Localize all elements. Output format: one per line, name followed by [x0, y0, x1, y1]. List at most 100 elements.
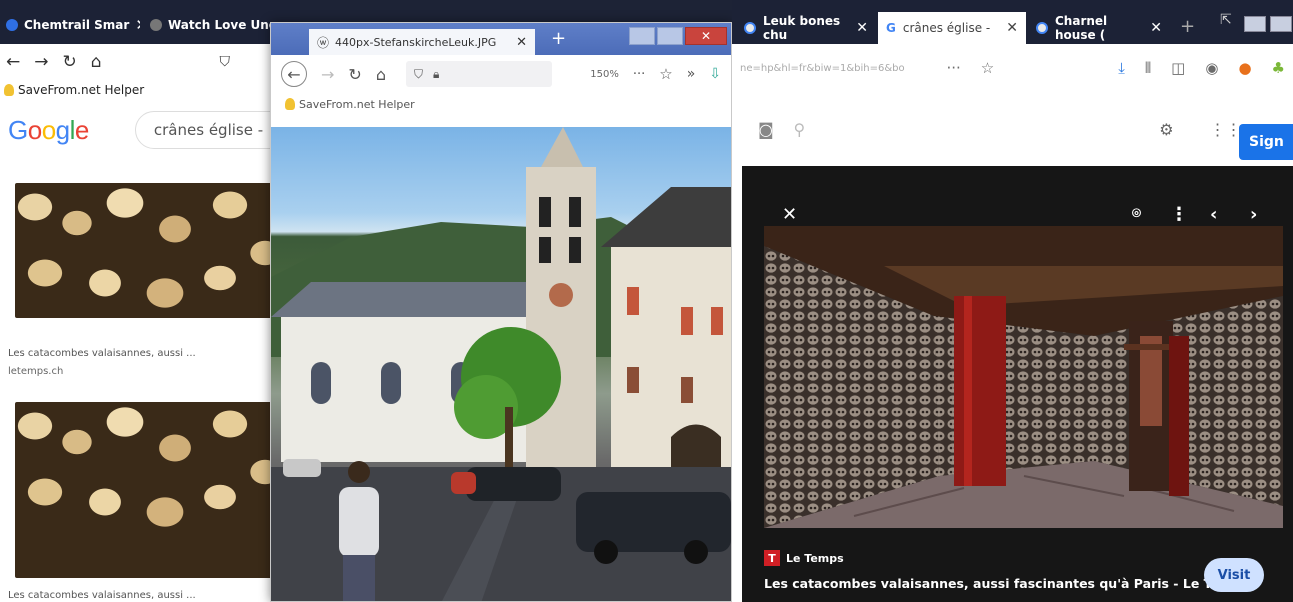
home-icon[interactable]: ⌂	[376, 65, 386, 84]
tab-label: Charnel house (	[1055, 14, 1108, 42]
extension-icon[interactable]: ●	[1238, 59, 1251, 77]
tab-label: Leuk bones chu	[763, 14, 841, 42]
tab-close-icon[interactable]: ✕	[1006, 20, 1018, 36]
result-image-skulls[interactable]	[15, 402, 285, 578]
search-icon[interactable]: ⚲	[794, 120, 806, 139]
result-title[interactable]: Les catacombes valaisannes, aussi ...	[8, 348, 196, 359]
charnel-house-illustration	[764, 226, 1283, 528]
result-source[interactable]: letemps.ch	[8, 366, 63, 377]
extension-icon[interactable]: ⇩	[709, 66, 721, 82]
right-browser-window: Leuk bones chu ✕ G crânes église - ✕ Cha…	[732, 0, 1293, 602]
wikipedia-icon: ⓦ	[317, 35, 330, 50]
google-favicon-icon	[744, 22, 756, 34]
image-source[interactable]: T Le Temps	[764, 550, 844, 566]
account-icon[interactable]: ◉	[1205, 59, 1218, 77]
overflow-icon[interactable]: »	[687, 66, 696, 82]
middle-tab-strip: ⓦ 440px-StefanskircheLeuk.JPG ✕ + ✕	[271, 23, 731, 55]
maximize-button[interactable]	[657, 27, 683, 45]
tab-close-icon[interactable]: ✕	[516, 35, 527, 50]
right-tab-strip: Leuk bones chu ✕ G crânes église - ✕ Cha…	[732, 0, 1293, 44]
close-window-button[interactable]: ✕	[685, 27, 727, 45]
le-temps-logo-icon: T	[764, 550, 780, 566]
google-header: Google crânes église -	[0, 100, 300, 160]
left-nav-bar: ← → ↻ ⌂ ⛉	[0, 44, 300, 80]
image-caption-link[interactable]: Les catacombes valaisannes, aussi fascin…	[764, 576, 1225, 591]
prev-image-icon[interactable]: ‹	[1210, 204, 1217, 225]
page-actions-icon[interactable]: ···	[946, 59, 960, 77]
download-icon[interactable]: ⤓	[1118, 59, 1125, 77]
forward-icon[interactable]: →	[34, 52, 48, 72]
middle-browser-window: ⓦ 440px-StefanskircheLeuk.JPG ✕ + ✕ ← → …	[270, 22, 732, 602]
sign-in-button[interactable]: Sign	[1239, 124, 1293, 160]
tab-leuk-bones[interactable]: Leuk bones chu ✕	[736, 12, 876, 44]
tab-label: Chemtrail Smar	[24, 18, 130, 32]
google-favicon-icon	[1036, 22, 1048, 34]
next-image-icon[interactable]: ›	[1250, 204, 1257, 225]
minimize-button[interactable]	[629, 27, 655, 45]
cursor-icon: ⇱	[1220, 12, 1232, 28]
maximize-button[interactable]	[1270, 16, 1292, 32]
forward-icon[interactable]: →	[321, 65, 334, 84]
extension-green-icon[interactable]: ♣	[1272, 59, 1285, 77]
tab-cranes-eglise[interactable]: G crânes église - ✕	[878, 12, 1026, 44]
zoom-level[interactable]: 150%	[590, 69, 619, 80]
tab-favicon-icon	[6, 19, 18, 31]
tab-close-icon[interactable]: ✕	[856, 20, 868, 36]
source-name: Le Temps	[786, 551, 844, 565]
left-browser-window: Chemtrail Smar ✕ Watch Love Unc ✕ ← → ↻ …	[0, 0, 300, 602]
close-viewer-icon[interactable]: ✕	[782, 204, 797, 225]
home-icon[interactable]: ⌂	[91, 52, 102, 72]
bulb-icon	[4, 84, 14, 96]
right-nav-bar: ne=hp&hl=fr&biw=1&bih=6&bo ··· ☆ ⤓ ⫴ ◫ ◉…	[732, 44, 1293, 92]
result-title[interactable]: Les catacombes valaisannes, aussi ...	[8, 590, 196, 601]
window-controls: ✕	[629, 27, 727, 45]
tab-label: crânes église -	[902, 21, 991, 35]
library-icon[interactable]: ⫴	[1145, 59, 1151, 77]
image-viewer-panel: ✕ ⌾ ⋮ ‹ › T Le Temps Les catacombes vala…	[742, 166, 1293, 602]
bookmark-savefrom[interactable]: SaveFrom.net Helper	[299, 98, 415, 111]
tab-label: Watch Love Unc	[168, 18, 274, 32]
result-image-skulls[interactable]	[15, 183, 285, 318]
new-tab-icon[interactable]: +	[1180, 16, 1195, 37]
apps-grid-icon[interactable]: ⋮⋮	[1210, 120, 1242, 139]
bookmarks-bar: SaveFrom.net Helper	[271, 93, 731, 115]
tab-watch-love[interactable]: Watch Love Unc ✕	[144, 8, 274, 42]
camera-icon[interactable]: ◙	[758, 120, 774, 139]
tab-close-icon[interactable]: ✕	[1150, 20, 1162, 36]
bookmark-star-icon[interactable]: ☆	[981, 59, 994, 77]
more-options-icon[interactable]: ⋮	[1170, 204, 1188, 225]
bookmark-savefrom[interactable]: SaveFrom.net Helper	[18, 83, 144, 97]
bulb-icon	[285, 98, 295, 110]
google-toolbar: ◙ ⚲ ⚙ ⋮⋮	[732, 92, 1293, 166]
church-photo	[271, 127, 731, 601]
church-illustration	[271, 127, 731, 601]
bookmarks-bar: SaveFrom.net Helper	[0, 80, 300, 100]
tab-close-icon[interactable]: ✕	[135, 16, 140, 34]
url-bar[interactable]: ⛉ 🔒︎	[405, 61, 552, 87]
back-icon[interactable]: ←	[6, 52, 20, 72]
back-icon[interactable]: ←	[281, 61, 307, 87]
reload-icon[interactable]: ↻	[63, 52, 77, 72]
new-tab-icon[interactable]: +	[551, 28, 566, 49]
minimize-button[interactable]	[1244, 16, 1266, 32]
left-tab-strip: Chemtrail Smar ✕ Watch Love Unc ✕	[0, 0, 300, 44]
shield-icon: ⛉	[413, 66, 423, 81]
google-logo[interactable]: Google	[8, 115, 89, 146]
lens-icon[interactable]: ⌾	[1132, 204, 1141, 222]
visit-button[interactable]: Visit	[1204, 558, 1264, 592]
lock-icon: 🔒︎	[432, 66, 440, 81]
tab-charnel-house[interactable]: Charnel house ( ✕	[1028, 12, 1170, 44]
tab-chemtrail[interactable]: Chemtrail Smar ✕	[0, 8, 140, 42]
middle-nav-bar: ← → ↻ ⌂ ⛉ 🔒︎ 150% ··· ☆ » ⇩	[271, 55, 731, 93]
google-g-icon: G	[886, 21, 896, 35]
sidebar-icon[interactable]: ◫	[1171, 59, 1185, 77]
shield-icon[interactable]: ⛉	[220, 54, 231, 70]
settings-gear-icon[interactable]: ⚙	[1159, 120, 1173, 139]
bookmark-star-icon[interactable]: ☆	[659, 65, 672, 83]
tab-church-image[interactable]: ⓦ 440px-StefanskircheLeuk.JPG ✕	[309, 29, 535, 55]
tab-label: 440px-StefanskircheLeuk.JPG	[335, 35, 497, 49]
reload-icon[interactable]: ↻	[348, 65, 361, 84]
url-bar[interactable]: ne=hp&hl=fr&biw=1&bih=6&bo	[740, 63, 942, 74]
charnel-house-photo[interactable]	[764, 226, 1283, 528]
page-actions-icon[interactable]: ···	[633, 67, 645, 82]
